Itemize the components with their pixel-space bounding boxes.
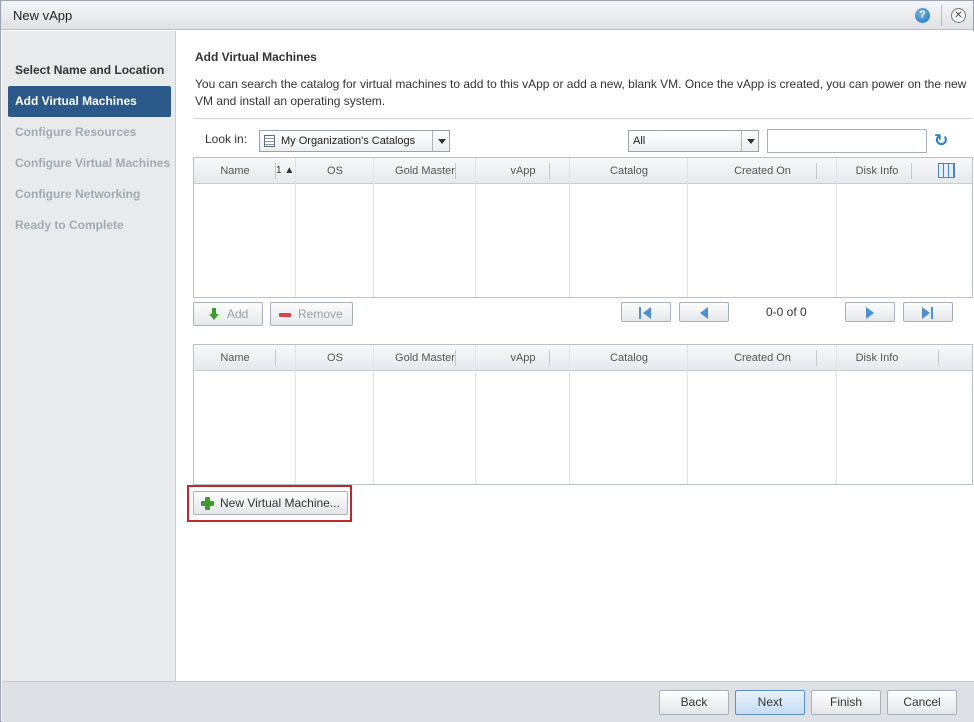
- filter-value: All: [633, 135, 646, 147]
- column-divider: [816, 163, 817, 179]
- look-in-label: Look in:: [205, 132, 248, 146]
- next-page-button[interactable]: [845, 302, 895, 322]
- back-button[interactable]: Back: [659, 690, 729, 715]
- chevron-down-icon: [432, 131, 449, 151]
- titlebar-divider: [941, 5, 942, 26]
- remove-button[interactable]: Remove: [270, 302, 353, 326]
- grid-header: Name OS Gold Master vApp Catalog Created…: [194, 345, 972, 371]
- column-header-disk-info[interactable]: Disk Info: [837, 345, 917, 371]
- column-header-name[interactable]: Name: [194, 345, 276, 371]
- wizard-footer: Back Next Finish Cancel: [2, 681, 974, 722]
- previous-page-button[interactable]: [679, 302, 729, 322]
- down-arrow-icon: [209, 308, 219, 321]
- first-page-icon-arrow: [643, 307, 651, 319]
- column-header-catalog[interactable]: Catalog: [570, 158, 688, 184]
- step-add-virtual-machines[interactable]: Add Virtual Machines: [8, 86, 171, 117]
- first-page-button[interactable]: [621, 302, 671, 322]
- step-select-name-location[interactable]: Select Name and Location: [8, 55, 171, 86]
- column-divider: [455, 163, 456, 179]
- catalog-icon: [264, 135, 275, 147]
- column-divider: [373, 158, 374, 297]
- column-header-vapp[interactable]: vApp: [476, 158, 570, 184]
- previous-page-icon: [700, 307, 708, 319]
- page-title: Add Virtual Machines: [195, 50, 317, 64]
- window-title: New vApp: [13, 8, 73, 23]
- column-divider: [373, 345, 374, 484]
- add-button[interactable]: Add: [193, 302, 263, 326]
- column-header-os[interactable]: OS: [296, 345, 374, 371]
- column-divider: [836, 345, 837, 484]
- divider: [193, 118, 972, 119]
- remove-button-label: Remove: [298, 307, 343, 321]
- column-divider: [295, 345, 296, 484]
- column-divider: [475, 345, 476, 484]
- chevron-down-icon: [741, 131, 758, 151]
- column-divider: [938, 350, 939, 366]
- column-header-os[interactable]: OS: [296, 158, 374, 184]
- new-virtual-machine-button[interactable]: New Virtual Machine...: [193, 491, 348, 515]
- wizard-steps-sidebar: Select Name and Location Add Virtual Mac…: [2, 31, 176, 681]
- refresh-icon[interactable]: ↻: [934, 132, 948, 150]
- plus-icon: [201, 497, 214, 510]
- step-ready-to-complete: Ready to Complete: [15, 218, 124, 232]
- add-button-label: Add: [227, 307, 249, 321]
- step-configure-virtual-machines: Configure Virtual Machines: [15, 156, 171, 170]
- look-in-value: My Organization's Catalogs: [281, 135, 416, 147]
- step-configure-networking: Configure Networking: [15, 187, 141, 201]
- column-divider: [687, 345, 688, 484]
- new-vapp-dialog: New vApp ? ✕ Select Name and Location Ad…: [0, 0, 974, 722]
- selected-vm-grid: Name OS Gold Master vApp Catalog Created…: [193, 344, 973, 485]
- column-divider: [816, 350, 817, 366]
- column-divider: [569, 158, 570, 297]
- column-header-created-on[interactable]: Created On: [688, 345, 837, 371]
- column-divider: [475, 158, 476, 297]
- column-divider: [836, 158, 837, 297]
- cancel-button[interactable]: Cancel: [887, 690, 957, 715]
- grid-header: Name 1 ▲ OS Gold Master vApp Catalog Cre…: [194, 158, 972, 184]
- main-content: Add Virtual Machines You can search the …: [177, 31, 974, 681]
- column-header-disk-info[interactable]: Disk Info: [837, 158, 917, 184]
- next-button[interactable]: Next: [735, 690, 805, 715]
- column-header-catalog[interactable]: Catalog: [570, 345, 688, 371]
- column-divider: [549, 163, 550, 179]
- page-description: You can search the catalog for virtual m…: [195, 77, 967, 108]
- close-icon[interactable]: ✕: [951, 8, 966, 23]
- catalog-vm-grid: Name 1 ▲ OS Gold Master vApp Catalog Cre…: [193, 157, 973, 298]
- column-divider: [687, 158, 688, 297]
- column-header-name[interactable]: Name: [194, 158, 276, 184]
- new-virtual-machine-label: New Virtual Machine...: [220, 496, 340, 510]
- column-divider: [455, 350, 456, 366]
- help-icon[interactable]: ?: [915, 8, 930, 23]
- column-picker-icon[interactable]: [938, 163, 955, 178]
- column-header-gold-master[interactable]: Gold Master: [374, 158, 476, 184]
- column-divider: [295, 158, 296, 297]
- finish-button[interactable]: Finish: [811, 690, 881, 715]
- column-header-created-on[interactable]: Created On: [688, 158, 837, 184]
- step-configure-resources: Configure Resources: [15, 125, 137, 139]
- column-header-gold-master[interactable]: Gold Master: [374, 345, 476, 371]
- next-page-icon: [866, 307, 874, 319]
- title-bar: New vApp ? ✕: [1, 1, 973, 30]
- filter-select[interactable]: All: [628, 130, 759, 152]
- column-divider: [549, 350, 550, 366]
- minus-icon: [279, 313, 291, 317]
- column-divider: [911, 163, 912, 179]
- last-page-icon-arrow: [922, 307, 930, 319]
- last-page-icon: [931, 307, 933, 319]
- column-header-vapp[interactable]: vApp: [476, 345, 570, 371]
- look-in-select[interactable]: My Organization's Catalogs: [259, 130, 450, 152]
- sort-indicator[interactable]: 1 ▲: [276, 158, 294, 184]
- column-divider: [275, 350, 276, 366]
- last-page-button[interactable]: [903, 302, 953, 322]
- pager-status: 0-0 of 0: [766, 305, 807, 319]
- column-divider: [569, 345, 570, 484]
- first-page-icon: [639, 307, 641, 319]
- search-input[interactable]: [767, 129, 927, 153]
